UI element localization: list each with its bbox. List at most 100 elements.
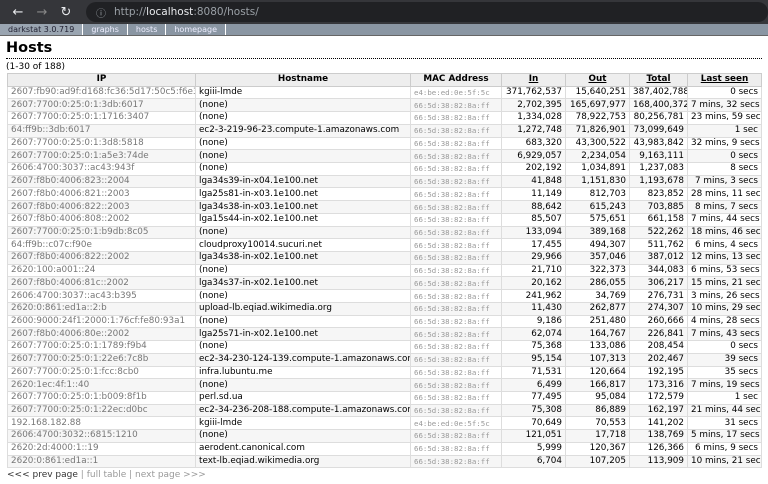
last-seen-cell: 5 mins, 17 secs <box>687 429 762 443</box>
mac-cell: 66:5d:38:82:8a:ff <box>410 327 502 342</box>
table-row: 2607:7700:0:25:0:1:22ec:d0bc ec2-34-236-2… <box>7 403 762 418</box>
ip-cell[interactable]: 2607:7700:0:25:0:1:1716:3407 <box>7 111 196 125</box>
ip-cell[interactable]: 2600:9000:24f1:2000:1:76cf:fe80:93a1 <box>7 314 196 329</box>
out-cell: 494,307 <box>565 238 630 253</box>
url-rest: :8080/hosts/ <box>193 6 259 18</box>
last-seen-cell: 7 mins, 44 secs <box>687 212 762 227</box>
mac-cell: 66:5d:38:82:8a:ff <box>410 365 502 380</box>
ip-cell[interactable]: 64:ff9b::3db:6017 <box>7 123 196 138</box>
hostname-cell: kgiii-lmde <box>195 416 411 431</box>
ip-cell[interactable]: 2607:7700:0:25:0:1:b9db:8c05 <box>7 225 196 240</box>
table-row: 2607:f8b0:4006:822::2003 lga34s38-in-x03.… <box>7 200 762 214</box>
hostname-cell: (none) <box>195 429 411 443</box>
nav-hosts[interactable]: hosts <box>128 24 167 35</box>
reload-icon[interactable]: ↻ <box>56 5 76 20</box>
hostname-cell: (none) <box>195 162 411 176</box>
hostname-cell: ec2-34-230-124-139.compute-1.amazonaws.c… <box>195 352 411 367</box>
sort-last-seen[interactable]: Last seen <box>687 73 762 87</box>
next-page-link[interactable]: next page >>> <box>135 470 206 480</box>
ip-cell[interactable]: 2607:7700:0:25:0:1:22ec:d0bc <box>7 403 196 418</box>
total-cell: 387,402,788 <box>629 85 688 100</box>
table-row: 2607:7700:0:25:0:1:3d8:5818 (none) 66:5d:3… <box>7 136 762 151</box>
ip-cell[interactable]: 2607:f8b0:4006:822::2003 <box>7 200 196 214</box>
ip-cell[interactable]: 2607:f8b0:4006:822::2002 <box>7 251 196 265</box>
ip-cell[interactable]: 64:ff9b::c07c:f90e <box>7 238 196 253</box>
in-cell: 11,430 <box>501 301 566 316</box>
ip-cell[interactable]: 2620:100:a001::24 <box>7 263 196 278</box>
in-cell: 121,051 <box>501 429 566 443</box>
total-cell: 387,012 <box>629 251 688 265</box>
prev-page-link[interactable]: <<< prev page <box>7 470 78 480</box>
in-cell: 241,962 <box>501 289 566 303</box>
ip-cell[interactable]: 2607:fb90:ad9f:d168:fc36:5d17:50c5:f6e3 <box>7 85 196 100</box>
in-cell: 95,154 <box>501 352 566 367</box>
out-cell: 15,640,251 <box>565 85 630 100</box>
ip-cell[interactable]: 2607:7700:0:25:0:1:b009:8f1b <box>7 390 196 405</box>
table-row: 2607:7700:0:25:0:1:fcc:8cb0 infra.lubuntu… <box>7 365 762 380</box>
hosts-table: IP Hostname MAC Address In Out Total Las… <box>7 73 762 469</box>
last-seen-cell: 15 mins, 21 secs <box>687 276 762 291</box>
sort-out[interactable]: Out <box>565 73 630 87</box>
mac-cell: 66:5d:38:82:8a:ff <box>410 251 502 265</box>
mac-cell: 66:5d:38:82:8a:ff <box>410 174 502 189</box>
in-cell: 20,162 <box>501 276 566 291</box>
url-host: localhost <box>146 6 194 18</box>
table-row: 2607:7700:0:25:0:1:1716:3407 (none) 66:5d:… <box>7 111 762 125</box>
ip-cell[interactable]: 2620:0:861:ed1a::2:b <box>7 301 196 316</box>
hostname-cell: kgiii-lmde <box>195 85 411 100</box>
ip-cell[interactable]: 2607:f8b0:4006:81c::2002 <box>7 276 196 291</box>
total-cell: 274,307 <box>629 301 688 316</box>
nav-darkstat[interactable]: darkstat 3.0.719 <box>0 24 84 35</box>
ip-cell[interactable]: 2607:7700:0:25:0:1:3d8:5818 <box>7 136 196 151</box>
total-cell: 344,083 <box>629 263 688 278</box>
table-row: 2620:1ec:4f:1::40 (none) 66:5d:38:82:8a:ff… <box>7 378 762 392</box>
total-cell: 1,237,083 <box>629 162 688 176</box>
nav-homepage[interactable]: homepage <box>166 24 227 35</box>
out-cell: 812,703 <box>565 187 630 202</box>
last-seen-cell: 1 sec <box>687 390 762 405</box>
ip-cell[interactable]: 2606:4700:3037::ac43:b395 <box>7 289 196 303</box>
ip-cell[interactable]: 2607:7700:0:25:0:1:3db:6017 <box>7 98 196 113</box>
ip-cell[interactable]: 2607:7700:0:25:0:1:22e6:7c8b <box>7 352 196 367</box>
ip-cell[interactable]: 2607:7700:0:25:0:1:fcc:8cb0 <box>7 365 196 380</box>
full-table-link[interactable]: full table <box>87 470 127 480</box>
table-row: 2607:f8b0:4006:822::2002 lga34s38-in-x02.… <box>7 251 762 265</box>
sort-total[interactable]: Total <box>629 73 688 87</box>
total-cell: 172,579 <box>629 390 688 405</box>
ip-cell[interactable]: 2620:0:861:ed1a::1 <box>7 454 196 469</box>
address-bar[interactable]: ⓘ http://localhost:8080/hosts/ <box>86 2 768 22</box>
last-seen-cell: 10 mins, 29 secs <box>687 301 762 316</box>
forward-icon[interactable]: → <box>32 5 52 20</box>
ip-cell[interactable]: 2607:7700:0:25:0:1:a5e3:74de <box>7 149 196 163</box>
back-icon[interactable]: ← <box>8 5 28 20</box>
nav-graphs[interactable]: graphs <box>83 24 128 35</box>
last-seen-cell: 7 mins, 19 secs <box>687 378 762 392</box>
total-cell: 661,158 <box>629 212 688 227</box>
in-cell: 41,848 <box>501 174 566 189</box>
col-ip: IP <box>7 73 196 87</box>
in-cell: 75,308 <box>501 403 566 418</box>
table-row: 2607:7700:0:25:0:1:b9db:8c05 (none) 66:5d:… <box>7 225 762 240</box>
ip-cell[interactable]: 2607:f8b0:4006:808::2002 <box>7 212 196 227</box>
ip-cell[interactable]: 2620:1ec:4f:1::40 <box>7 378 196 392</box>
ip-cell[interactable]: 2607:f8b0:4006:823::2004 <box>7 174 196 189</box>
info-icon[interactable]: ⓘ <box>96 5 106 20</box>
ip-cell[interactable]: 192.168.182.88 <box>7 416 196 431</box>
mac-cell: 66:5d:38:82:8a:ff <box>410 454 502 469</box>
mac-cell: 66:5d:38:82:8a:ff <box>410 441 502 456</box>
ip-cell[interactable]: 2607:f8b0:4006:821::2003 <box>7 187 196 202</box>
ip-cell[interactable]: 2606:4700:3037::ac43:943f <box>7 162 196 176</box>
sort-in[interactable]: In <box>501 73 566 87</box>
ip-cell[interactable]: 2607:7700:0:25:0:1:1789:f9b4 <box>7 340 196 354</box>
last-seen-cell: 8 mins, 7 secs <box>687 200 762 214</box>
total-cell: 9,163,111 <box>629 149 688 163</box>
mac-cell: 66:5d:38:82:8a:ff <box>410 200 502 214</box>
in-cell: 88,642 <box>501 200 566 214</box>
last-seen-cell: 8 secs <box>687 162 762 176</box>
ip-cell[interactable]: 2606:4700:3032::6815:1210 <box>7 429 196 443</box>
out-cell: 120,664 <box>565 365 630 380</box>
table-row: 64:ff9b::3db:6017 ec2-3-219-96-23.compute… <box>7 123 762 138</box>
out-cell: 164,767 <box>565 327 630 342</box>
ip-cell[interactable]: 2607:f8b0:4006:80e::2002 <box>7 327 196 342</box>
ip-cell[interactable]: 2620:2d:4000:1::19 <box>7 441 196 456</box>
